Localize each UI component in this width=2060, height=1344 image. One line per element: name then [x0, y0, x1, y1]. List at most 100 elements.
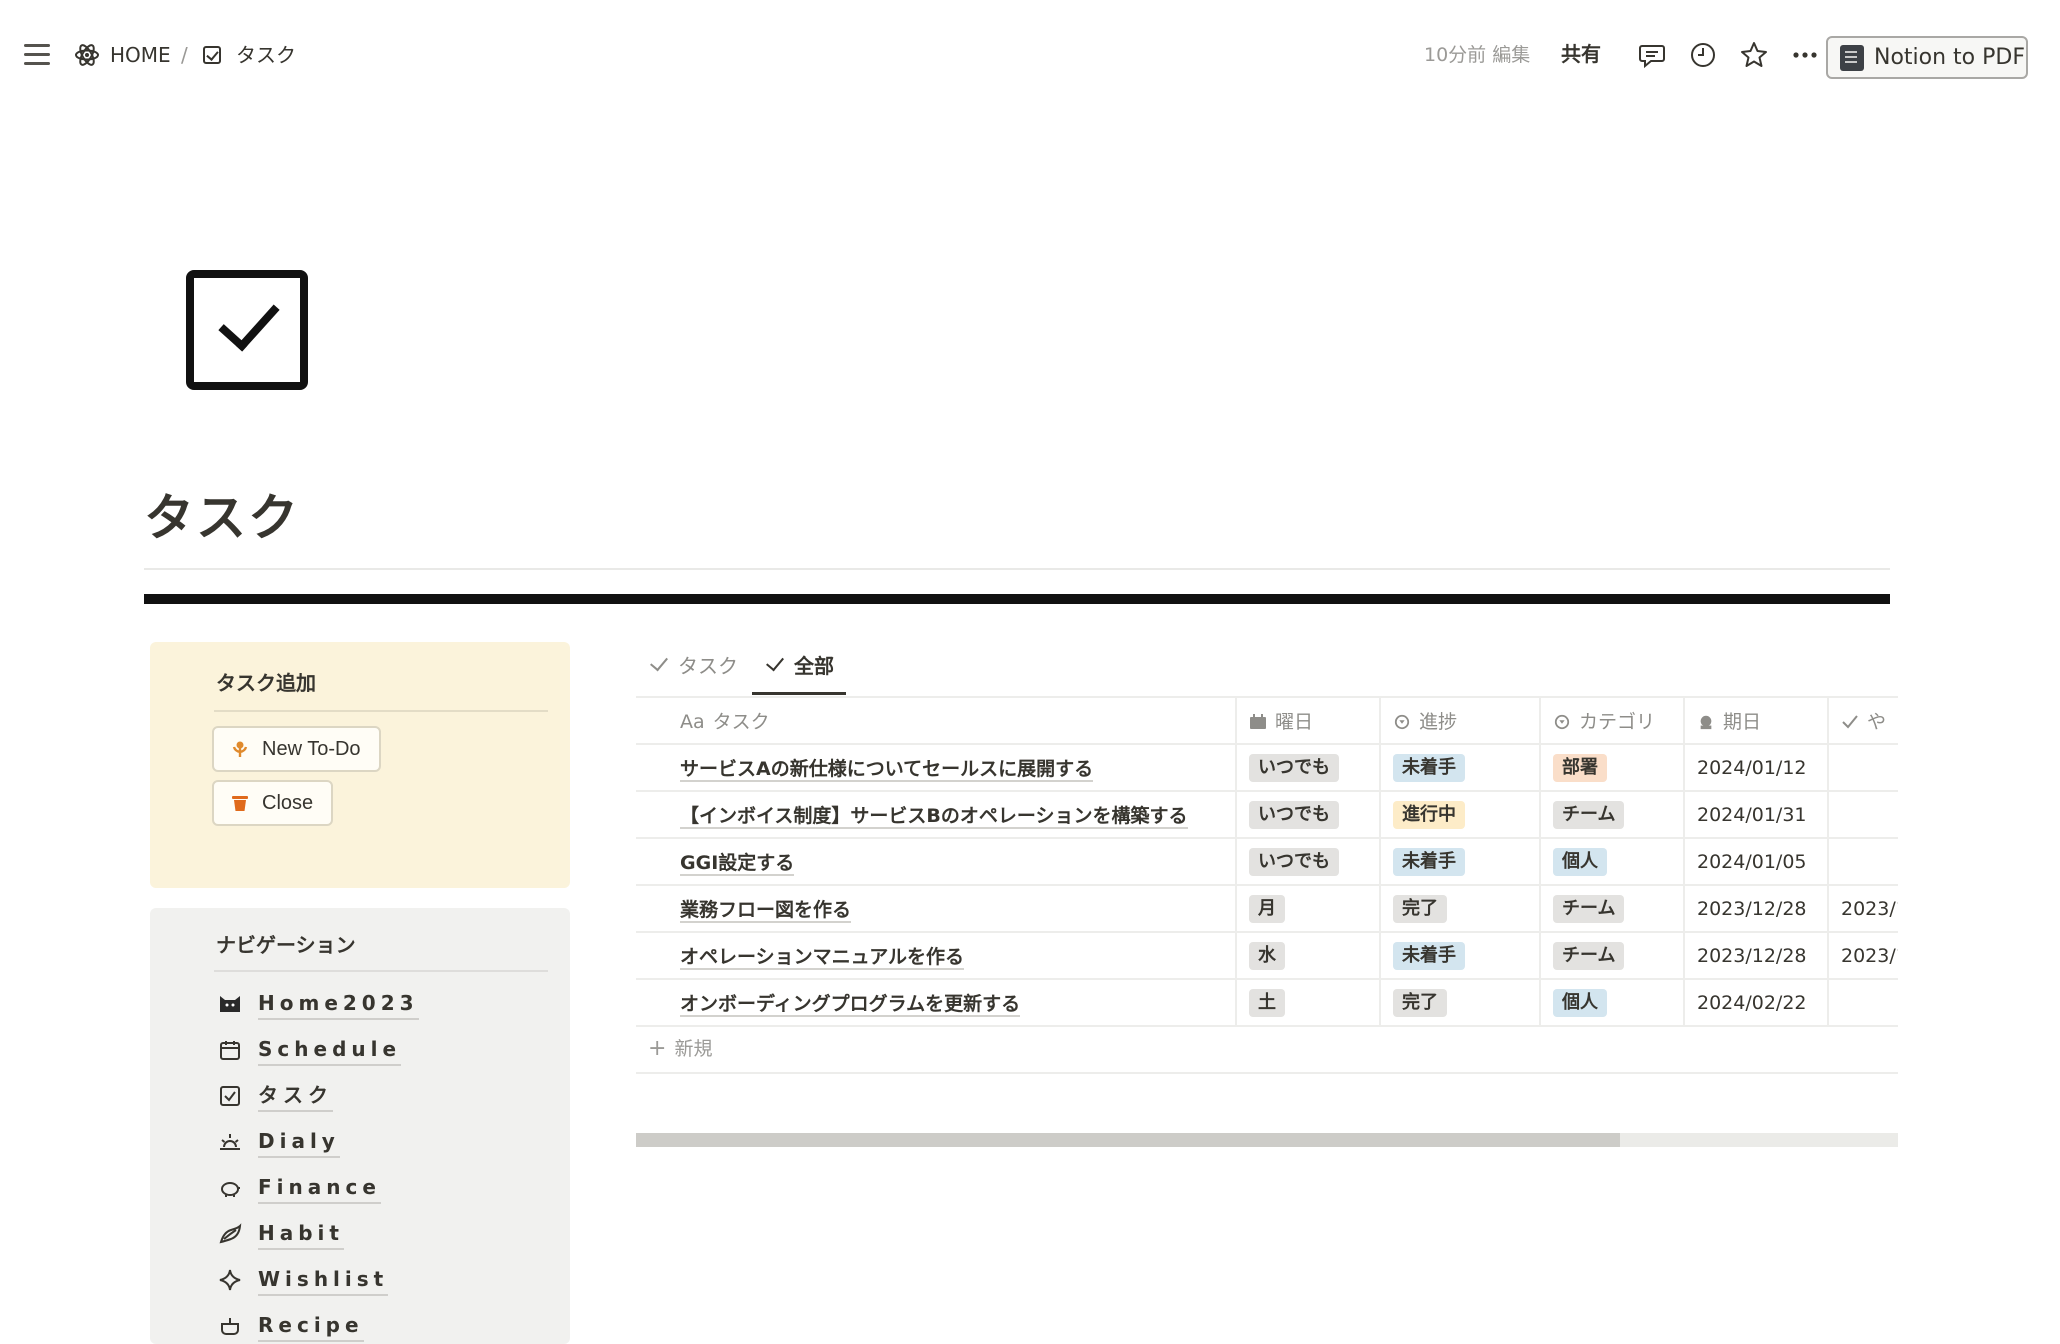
status-cell[interactable]: 未着手 [1379, 837, 1540, 885]
column-label: 曜日 [1275, 711, 1314, 733]
table-row[interactable]: GGI設定する いつでも 未着手 個人 2024/01/05 [636, 837, 1898, 885]
task-name-cell[interactable]: サービスAの新仕様についてセールスに展開する [636, 743, 1236, 791]
share-button[interactable]: 共有 [1561, 40, 1601, 68]
column-header-task[interactable]: Aa タスク [636, 696, 1236, 744]
due-date-cell[interactable]: 2023/12/28 [1683, 931, 1828, 979]
task-name-cell[interactable]: 【インボイス制度】サービスBのオペレーションを構築する [636, 790, 1236, 838]
extra-cell[interactable] [1827, 978, 1898, 1027]
task-add-title: タスク追加 [216, 671, 316, 695]
extra-cell[interactable]: 2023/1 [1827, 884, 1898, 932]
day-cell[interactable]: 土 [1235, 978, 1380, 1027]
column-label: カテゴリ [1579, 711, 1656, 733]
extra-cell[interactable]: 2023/1 [1827, 931, 1898, 979]
category-cell[interactable]: 部署 [1539, 743, 1684, 791]
due-date-cell[interactable]: 2024/02/22 [1683, 978, 1828, 1027]
horizontal-scrollbar[interactable] [636, 1133, 1898, 1147]
day-cell[interactable]: いつでも [1235, 837, 1380, 885]
day-cell[interactable]: 水 [1235, 931, 1380, 979]
status-tag: 未着手 [1393, 847, 1465, 876]
star-icon[interactable] [1739, 40, 1769, 70]
new-todo-button[interactable]: New To-Do [212, 726, 381, 772]
table-row[interactable]: 【インボイス制度】サービスBのオペレーションを構築する いつでも 進行中 チーム 202… [636, 790, 1898, 838]
column-header-category[interactable]: カテゴリ [1539, 696, 1684, 744]
day-cell[interactable]: 月 [1235, 884, 1380, 932]
column-header-due[interactable]: 期日 [1683, 696, 1828, 744]
status-cell[interactable]: 未着手 [1379, 743, 1540, 791]
task-name-cell[interactable]: オンボーディングプログラムを更新する [636, 978, 1236, 1027]
status-cell[interactable]: 完了 [1379, 884, 1540, 932]
clock-icon[interactable] [1688, 40, 1718, 70]
due-date-cell[interactable]: 2024/01/31 [1683, 790, 1828, 838]
column-label: タスク [712, 711, 770, 733]
extra-cell[interactable] [1827, 837, 1898, 885]
due-date-cell[interactable]: 2023/12/28 [1683, 884, 1828, 932]
status-tag: 未着手 [1393, 753, 1465, 782]
nav-label: Home2023 [258, 988, 419, 1020]
task-name-cell[interactable]: オペレーションマニュアルを作る [636, 931, 1236, 979]
column-header-day[interactable]: 曜日 [1235, 696, 1380, 744]
category-tag: チーム [1553, 800, 1625, 829]
category-tag: 個人 [1553, 847, 1607, 876]
category-cell[interactable]: チーム [1539, 931, 1684, 979]
table-row[interactable]: オンボーディングプログラムを更新する 土 完了 個人 2024/02/22 [636, 978, 1898, 1027]
more-icon[interactable] [1790, 40, 1820, 70]
day-cell[interactable]: いつでも [1235, 743, 1380, 791]
table-header-row: Aa タスク 曜日 進捗 カテゴリ 期日 や [636, 696, 1898, 744]
status-icon [1394, 714, 1410, 730]
status-tag: 進行中 [1393, 800, 1465, 829]
hamburger-menu-icon[interactable] [24, 44, 50, 65]
table-row[interactable]: オペレーションマニュアルを作る 水 未着手 チーム 2023/12/282023/1 [636, 931, 1898, 979]
scrollbar-thumb[interactable] [636, 1133, 1621, 1147]
calendar-icon [1250, 714, 1266, 729]
close-button[interactable]: Close [212, 780, 334, 826]
table-row[interactable]: サービスAの新仕様についてセールスに展開する いつでも 未着手 部署 2024/01/1… [636, 743, 1898, 791]
status-cell[interactable]: 未着手 [1379, 931, 1540, 979]
day-tag: 土 [1249, 988, 1285, 1017]
task-name: 業務フロー図を作る [680, 899, 852, 923]
extra-cell[interactable] [1827, 743, 1898, 791]
piggy-bank-icon [221, 1182, 240, 1197]
status-tag: 未着手 [1393, 941, 1465, 970]
breadcrumb-current[interactable]: タスク [236, 42, 296, 68]
leaf-icon [219, 1223, 242, 1244]
tab-task[interactable]: タスク [650, 648, 738, 684]
day-tag: いつでも [1249, 753, 1339, 782]
breadcrumb-home[interactable]: HOME [110, 42, 171, 68]
day-cell[interactable]: いつでも [1235, 790, 1380, 838]
status-cell[interactable]: 進行中 [1379, 790, 1540, 838]
panel-divider [214, 710, 548, 712]
tab-all-label: 全部 [794, 654, 834, 678]
column-header-extra[interactable]: や [1827, 696, 1898, 744]
date-icon [1700, 715, 1712, 730]
atom-icon [75, 44, 99, 66]
page-title[interactable]: タスク [144, 488, 300, 548]
task-name-cell[interactable]: 業務フロー図を作る [636, 884, 1236, 932]
check-icon [1842, 715, 1858, 729]
category-cell[interactable]: チーム [1539, 884, 1684, 932]
notion-to-pdf-button[interactable]: Notion to PDF [1826, 36, 2028, 79]
text-property-icon: Aa [680, 711, 705, 733]
status-tag: 完了 [1393, 894, 1447, 923]
task-name: 【インボイス制度】サービスBのオペレーションを構築する [680, 805, 1188, 829]
column-header-status[interactable]: 進捗 [1379, 696, 1540, 744]
calendar-icon [220, 1041, 240, 1060]
category-cell[interactable]: チーム [1539, 790, 1684, 838]
tab-task-label: タスク [678, 654, 738, 678]
category-tag: チーム [1553, 941, 1625, 970]
category-cell[interactable]: 個人 [1539, 837, 1684, 885]
due-date-cell[interactable]: 2024/01/05 [1683, 837, 1828, 885]
table-row[interactable]: 業務フロー図を作る 月 完了 チーム 2023/12/282023/1 [636, 884, 1898, 932]
comment-icon[interactable] [1637, 40, 1667, 70]
status-cell[interactable]: 完了 [1379, 978, 1540, 1027]
category-tag: 個人 [1553, 988, 1607, 1017]
due-date-cell[interactable]: 2024/01/12 [1683, 743, 1828, 791]
panel-divider [214, 970, 548, 972]
column-label: 進捗 [1419, 711, 1458, 733]
task-name-cell[interactable]: GGI設定する [636, 837, 1236, 885]
tab-all[interactable]: 全部 [766, 648, 834, 684]
trash-icon [232, 796, 248, 811]
add-new-row[interactable]: + 新規 [636, 1028, 1898, 1074]
category-cell[interactable]: 個人 [1539, 978, 1684, 1027]
page-checkbox-icon[interactable] [186, 270, 308, 390]
extra-cell[interactable] [1827, 790, 1898, 838]
